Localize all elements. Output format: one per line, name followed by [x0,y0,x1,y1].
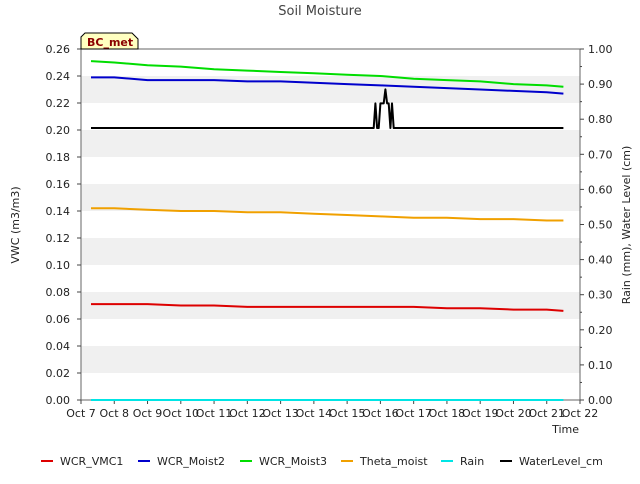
grid-band [81,292,580,319]
legend-item-wcr-moist3: WCR_Moist3 [240,455,327,468]
y2-tick-label: 1.00 [588,43,613,56]
y2-tick-label: 0.00 [588,394,613,407]
x-tick-label: Oct 7 [66,407,96,420]
legend-label: WCR_Moist3 [259,455,327,468]
y-axis-title: VWC (m3/m3) [9,186,22,263]
site-badge: BC_met [80,32,139,50]
x-axis-title: Time [551,423,579,436]
y2-tick-label: 0.70 [588,148,613,161]
y-tick-label: 0.14 [46,205,71,218]
y2-tick-label: 0.30 [588,289,613,302]
x-tick-label: Oct 9 [133,407,163,420]
legend-label: WCR_VMC1 [60,455,123,468]
x-tick-label: Oct 13 [262,407,299,420]
legend-label: Theta_moist [359,455,428,468]
legend-label: WCR_Moist2 [157,455,225,468]
y-tick-label: 0.00 [46,394,71,407]
grid-band [81,130,580,157]
legend-label: Rain [460,455,484,468]
y2-tick-label: 0.90 [588,78,613,91]
y-tick-label: 0.20 [46,124,71,137]
y2-tick-label: 0.50 [588,219,613,232]
site-badge-label: BC_met [87,36,133,49]
chart-title: Soil Moisture [278,4,362,19]
legend-item-wcr-vmc1: WCR_VMC1 [41,455,123,468]
chart: 0.00 0.02 0.04 0.06 0.08 0.10 0.12 0.14 0.16 0.18… [0,0,640,480]
y-tick-label: 0.04 [46,340,71,353]
grid-band [81,238,580,265]
y2-tick-label: 0.40 [588,254,613,267]
x-tick-label: Oct 15 [329,407,366,420]
x-tick-label: Oct 19 [462,407,499,420]
y-tick-label: 0.06 [46,313,71,326]
x-tick-label: Oct 21 [528,407,565,420]
legend: WCR_VMC1 WCR_Moist2 WCR_Moist3 Theta_moist R… [41,455,603,468]
grid-band [81,346,580,373]
y-tick-label: 0.26 [46,43,71,56]
y-tick-label: 0.12 [46,232,71,245]
x-tick-label: Oct 20 [495,407,532,420]
x-tick-label: Oct 16 [362,407,399,420]
chart-svg: 0.00 0.02 0.04 0.06 0.08 0.10 0.12 0.14 0.16 0.18… [9,4,633,468]
legend-item-waterlevel-cm: WaterLevel_cm [500,455,603,468]
x-tick-label: Oct 22 [562,407,599,420]
legend-item-wcr-moist2: WCR_Moist2 [138,455,225,468]
y2-tick-label: 0.60 [588,183,613,196]
y2-tick-label: 0.20 [588,324,613,337]
x-tick-label: Oct 18 [429,407,466,420]
x-tick-label: Oct 8 [100,407,130,420]
y-tick-label: 0.24 [46,70,71,83]
legend-label: WaterLevel_cm [519,455,603,468]
x-tick-label: Oct 12 [229,407,266,420]
y-tick-label: 0.10 [46,259,71,272]
y-tick-label: 0.18 [46,151,71,164]
y2-tick-label: 0.80 [588,113,613,126]
y-tick-label: 0.02 [46,367,71,380]
x-tick-label: Oct 10 [163,407,200,420]
legend-item-theta-moist: Theta_moist [341,455,428,468]
y-tick-label: 0.08 [46,286,71,299]
y2-tick-label: 0.10 [588,359,613,372]
grid-band [81,184,580,211]
legend-item-rain: Rain [441,455,484,468]
y-tick-label: 0.22 [46,97,71,110]
x-tick-label: Oct 11 [196,407,233,420]
x-tick-label: Oct 14 [296,407,333,420]
y-tick-label: 0.16 [46,178,71,191]
y2-axis-title: Rain (mm), Water Level (cm) [620,146,633,305]
x-tick-label: Oct 17 [395,407,432,420]
